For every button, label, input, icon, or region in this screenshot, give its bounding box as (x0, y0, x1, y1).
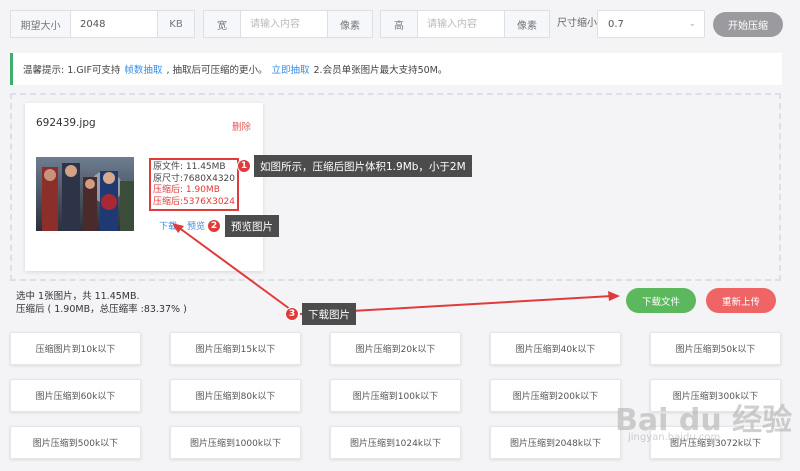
preset-button[interactable]: 图片压缩到100k以下 (330, 379, 461, 412)
extract-now-link[interactable]: 立即抽取 (271, 62, 309, 76)
height-input[interactable] (418, 11, 504, 37)
preset-button[interactable]: 图片压缩到20k以下 (330, 332, 461, 365)
scale-select[interactable]: 0.7 ⌄ (597, 10, 705, 38)
expected-size-unit: KB (157, 11, 194, 37)
preset-button[interactable]: 图片压缩到15k以下 (170, 332, 301, 365)
frame-extract-link[interactable]: 帧数抽取 (124, 62, 162, 76)
preset-button[interactable]: 图片压缩到40k以下 (490, 332, 621, 365)
reupload-button[interactable]: 重新上传 (706, 288, 776, 313)
original-file-size: 原文件: 11.45MB (153, 162, 226, 172)
compressed-file-size: 压缩后: 1.90MB (153, 185, 220, 195)
file-name: 692439.jpg (36, 117, 96, 129)
download-link[interactable]: 下载 (159, 219, 177, 232)
preset-button[interactable]: 图片压缩到2048k以下 (490, 426, 621, 459)
scale-value: 0.7 (608, 18, 624, 30)
compression-info-box: 原文件: 11.45MB 原尺寸:7680X4320 压缩后: 1.90MB 压… (149, 158, 239, 211)
width-unit: 像素 (327, 11, 372, 37)
width-field[interactable]: 宽 像素 (203, 10, 373, 38)
height-field[interactable]: 高 像素 (380, 10, 550, 38)
baidu-watermark-url: jingyan.baidu.com (628, 432, 721, 443)
annotation-badge-1: 1 (237, 159, 251, 173)
expected-size-input[interactable] (71, 11, 157, 37)
summary-compressed: 压缩后 ( 1.90MB，总压缩率 :83.37% ) (16, 304, 187, 315)
notice-suffix: 2.会员单张图片最大支持50M。 (313, 65, 448, 76)
image-thumbnail (36, 157, 134, 231)
notice-prefix: 温馨提示: 1.GIF可支持 (23, 65, 121, 76)
expected-size-label: 期望大小 (11, 11, 71, 37)
expected-size-field[interactable]: 期望大小 KB (10, 10, 195, 38)
preset-button[interactable]: 图片压缩到1000k以下 (170, 426, 301, 459)
original-dimensions: 原尺寸:7680X4320 (153, 173, 236, 184)
preset-button[interactable]: 图片压缩到80k以下 (170, 379, 301, 412)
annotation-badge-3: 3 (285, 307, 299, 321)
compressed-dimensions: 压缩后:5376X3024 (153, 196, 236, 207)
delete-button[interactable]: 删除 (232, 119, 251, 133)
height-unit: 像素 (504, 11, 549, 37)
notice-middle: , 抽取后可压缩的更小。 (166, 65, 268, 76)
annotation-badge-2: 2 (207, 219, 221, 233)
compression-summary: 选中 1张图片，共 11.45MB. 压缩后 ( 1.90MB，总压缩率 :83… (16, 290, 187, 316)
annotation-label-3: 下载图片 (302, 303, 356, 325)
file-card: 692439.jpg 删除 原文件: 11.45MB 原尺寸:7680X4320… (25, 103, 263, 271)
preset-button[interactable]: 图片压缩到60k以下 (10, 379, 141, 412)
preset-button[interactable]: 图片压缩到50k以下 (650, 332, 781, 365)
download-files-button[interactable]: 下载文件 (626, 288, 696, 313)
chevron-down-icon: ⌄ (688, 19, 696, 29)
summary-selected: 选中 1张图片，共 11.45MB. (16, 291, 140, 302)
preview-link[interactable]: 预览 (187, 219, 205, 232)
notice-bar: 温馨提示: 1.GIF可支持 帧数抽取 , 抽取后可压缩的更小。 立即抽取 2.… (10, 53, 782, 85)
preset-button[interactable]: 图片压缩到1024k以下 (330, 426, 461, 459)
start-compress-button[interactable]: 开始压缩 (713, 12, 783, 37)
settings-toolbar: 期望大小 KB 宽 像素 高 像素 尺寸缩小 0.7 ⌄ 开始压缩 (0, 0, 800, 48)
scale-label: 尺寸缩小 (557, 18, 597, 29)
width-input[interactable] (241, 11, 327, 37)
preset-button[interactable]: 压缩图片到10k以下 (10, 332, 141, 365)
annotation-label-2: 预览图片 (225, 215, 279, 237)
annotation-label-1: 如图所示，压缩后图片体积1.9Mb，小于2M (254, 155, 472, 177)
preset-button[interactable]: 图片压缩到200k以下 (490, 379, 621, 412)
height-label: 高 (381, 11, 418, 37)
width-label: 宽 (204, 11, 241, 37)
preset-button[interactable]: 图片压缩到500k以下 (10, 426, 141, 459)
